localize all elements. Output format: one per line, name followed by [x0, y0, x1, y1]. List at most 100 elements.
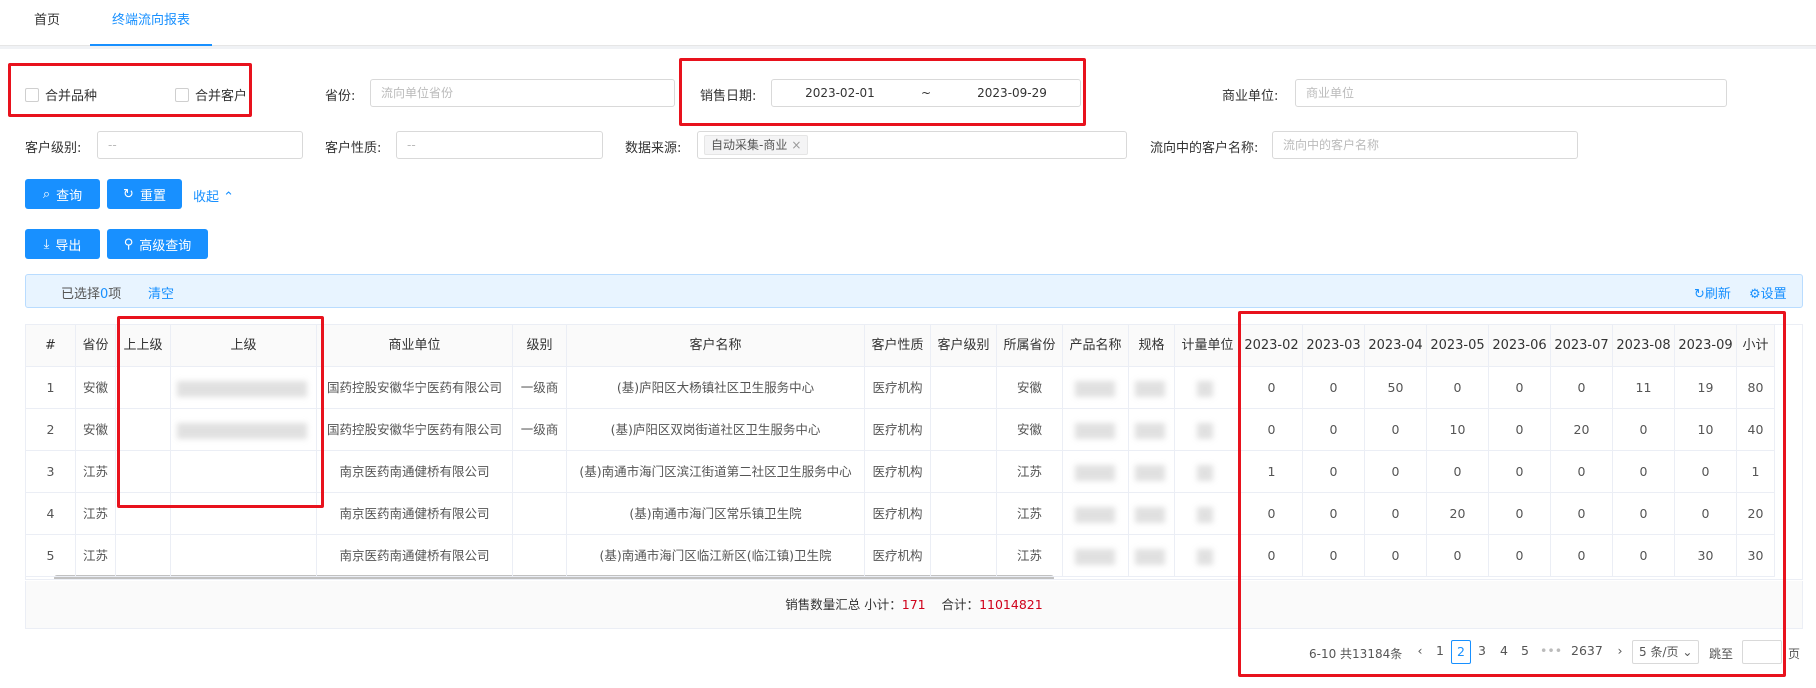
jump-label: 跳至 [1709, 647, 1734, 661]
advanced-query-button[interactable]: ⚲ 高级查询 [107, 229, 208, 259]
cell-col-index: 2 [26, 409, 76, 451]
province-input[interactable]: 流向单位省份 [370, 79, 675, 107]
cell-col-customer-name: (基)南通市海门区常乐镇卫生院 [567, 493, 865, 535]
cell-col-customer-level [931, 409, 997, 451]
page-3[interactable]: 3 [1472, 640, 1492, 664]
cell-col-subtotal: 1 [1737, 451, 1775, 493]
settings-link[interactable]: ⚙设置 [1749, 283, 1787, 302]
pagination-range: 6-10 共13184条 [1309, 647, 1403, 661]
cell-col-customer-nature: 医疗机构 [865, 367, 931, 409]
cell-col-2023-07: 0 [1551, 451, 1613, 493]
cell-col-2023-02: 0 [1241, 535, 1303, 577]
header-col-customer-name: 客户名称 [567, 325, 865, 367]
divider [0, 46, 1816, 49]
export-label: 导出 [55, 238, 82, 254]
data-source-select[interactable]: 自动采集-商业 × [697, 131, 1127, 159]
cell-col-2023-05: 0 [1427, 367, 1489, 409]
chevron-up-icon: ⌃ [223, 190, 235, 205]
cell-col-subtotal: 40 [1737, 409, 1775, 451]
jump-page-input[interactable] [1742, 640, 1782, 664]
cell-col-2023-09: 30 [1675, 535, 1737, 577]
redacted-product-name [1075, 465, 1115, 481]
tab-flow-report[interactable]: 终端流向报表 [90, 0, 213, 46]
cell-col-superior [171, 451, 317, 493]
cell-col-business-unit: 南京医药南通健桥有限公司 [317, 493, 513, 535]
query-button[interactable]: ⌕ 查询 [25, 179, 100, 209]
redacted-product-name [1075, 549, 1115, 565]
cell-col-2023-09: 10 [1675, 409, 1737, 451]
prev-page-icon[interactable]: ‹ [1410, 640, 1430, 664]
cell-col-grand-superior [116, 535, 171, 577]
cell-col-customer-nature: 医疗机构 [865, 535, 931, 577]
refresh-link[interactable]: ↻刷新 [1694, 283, 1731, 302]
redacted-spec [1135, 507, 1165, 523]
cell-col-2023-06: 0 [1489, 493, 1551, 535]
header-col-product-name: 产品名称 [1063, 325, 1129, 367]
refresh-icon: ↻ [1694, 287, 1705, 302]
cell-col-grand-superior [116, 367, 171, 409]
date-start: 2023-02-01 [805, 86, 875, 100]
cell-col-province: 安徽 [76, 367, 116, 409]
page-size-select[interactable]: 5 条/页 ⌄ [1632, 640, 1700, 664]
customer-nature-select[interactable]: -- [396, 131, 603, 159]
page-5[interactable]: 5 [1515, 640, 1535, 664]
data-source-tag: 自动采集-商业 × [704, 135, 809, 155]
header-col-owner-province: 所属省份 [997, 325, 1063, 367]
cell-col-grand-superior [116, 409, 171, 451]
cell-col-2023-06: 0 [1489, 409, 1551, 451]
cell-col-index: 3 [26, 451, 76, 493]
redacted-product-name [1075, 423, 1115, 439]
cell-col-customer-name: (基)南通市海门区滨江街道第二社区卫生服务中心 [567, 451, 865, 493]
cell-col-2023-08: 0 [1613, 493, 1675, 535]
header-col-level: 级别 [513, 325, 567, 367]
next-page-icon[interactable]: › [1610, 640, 1630, 664]
tab-home[interactable]: 首页 [34, 0, 60, 46]
redacted-spec [1135, 465, 1165, 481]
export-button[interactable]: ⤓ 导出 [25, 229, 100, 259]
cell-col-customer-nature: 医疗机构 [865, 451, 931, 493]
cell-col-province: 安徽 [76, 409, 116, 451]
header-col-unit: 计量单位 [1175, 325, 1241, 367]
cell-col-province: 江苏 [76, 493, 116, 535]
checkbox-box[interactable] [25, 87, 39, 102]
clear-link[interactable]: 清空 [148, 283, 174, 302]
merge-variety-checkbox[interactable]: 合并品种 [25, 85, 97, 104]
header-col-superior: 上级 [171, 325, 317, 367]
download-icon: ⤓ [43, 236, 50, 252]
cell-col-level [513, 451, 567, 493]
customer-level-select[interactable]: -- [97, 131, 303, 159]
reset-button[interactable]: ↻ 重置 [107, 179, 182, 209]
business-unit-input[interactable]: 商业单位 [1295, 79, 1727, 107]
checkbox-box[interactable] [175, 87, 189, 102]
redacted-spec [1135, 549, 1165, 565]
sale-date-range-picker[interactable]: 2023-02-01 ~ 2023-09-29 [771, 79, 1081, 107]
page-ellipsis[interactable]: ••• [1540, 640, 1562, 664]
collapse-link[interactable]: 收起 ⌃ [193, 186, 234, 205]
header-col-2023-07: 2023-07 [1551, 325, 1613, 367]
cell-col-grand-superior [116, 451, 171, 493]
cell-col-2023-03: 0 [1303, 535, 1365, 577]
merge-customer-checkbox[interactable]: 合并客户 [175, 85, 247, 104]
header-col-grand-superior: 上上级 [116, 325, 171, 367]
cell-col-2023-06: 0 [1489, 535, 1551, 577]
page-4[interactable]: 4 [1494, 640, 1514, 664]
cell-col-2023-02: 0 [1241, 409, 1303, 451]
page-last[interactable]: 2637 [1571, 640, 1603, 664]
cell-col-2023-03: 0 [1303, 451, 1365, 493]
cell-col-customer-level [931, 493, 997, 535]
cell-col-subtotal: 80 [1737, 367, 1775, 409]
cell-col-owner-province: 安徽 [997, 367, 1063, 409]
cell-col-business-unit: 国药控股安徽华宁医药有限公司 [317, 367, 513, 409]
cell-col-2023-04: 0 [1365, 451, 1427, 493]
page-2[interactable]: 2 [1451, 640, 1471, 664]
reset-label: 重置 [139, 188, 166, 204]
header-col-2023-08: 2023-08 [1613, 325, 1675, 367]
cell-col-index: 5 [26, 535, 76, 577]
cell-col-customer-nature: 医疗机构 [865, 493, 931, 535]
cell-col-level [513, 535, 567, 577]
cell-col-customer-level [931, 535, 997, 577]
page-1[interactable]: 1 [1430, 640, 1450, 664]
refresh-label: 刷新 [1704, 287, 1731, 302]
close-icon[interactable]: × [791, 138, 801, 152]
flow-customer-input[interactable]: 流向中的客户名称 [1272, 131, 1578, 159]
